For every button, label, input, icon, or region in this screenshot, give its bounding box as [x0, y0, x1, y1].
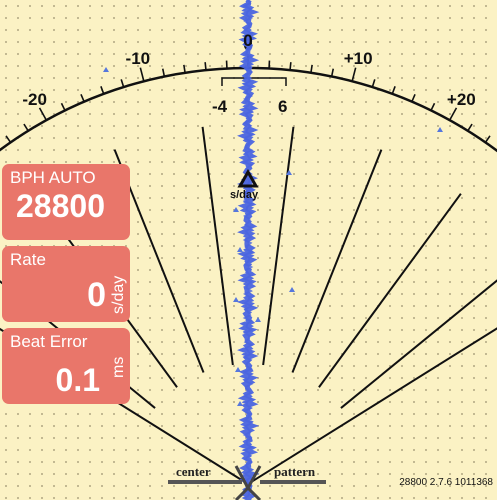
scale-tick — [289, 62, 292, 71]
fan-line-6 — [318, 193, 462, 388]
center-pattern-bar — [168, 480, 242, 484]
bph-title: BPH AUTO — [10, 168, 96, 187]
bph-panel[interactable]: BPH AUTO 28800 — [2, 164, 130, 240]
right-pattern-label: pattern — [274, 464, 316, 479]
triangle-marker-icon — [103, 67, 109, 72]
inner-label-right: 6 — [278, 97, 287, 116]
scale-tick — [467, 123, 473, 132]
rate-panel[interactable]: Rate 0 s/day — [2, 246, 130, 322]
fan-line-5 — [291, 149, 383, 373]
beat-error-value: 0.1 — [55, 362, 100, 398]
beat-error-panel[interactable]: Beat Error 0.1 ms — [2, 328, 130, 404]
triangle-marker-icon — [437, 127, 443, 132]
scale-tick — [100, 86, 105, 95]
scale-tick — [391, 86, 396, 95]
scale-tick — [411, 93, 416, 102]
fan-line-3 — [201, 126, 234, 366]
rate-title: Rate — [10, 250, 46, 269]
triangle-marker-icon — [237, 247, 243, 252]
scale-tick — [448, 107, 458, 121]
triangle-marker-icon — [255, 317, 261, 322]
scale-tick — [5, 135, 12, 143]
scale-tick — [310, 64, 313, 73]
scale-tick — [139, 67, 145, 82]
scale-label: +10 — [344, 49, 373, 68]
scale-label: -20 — [22, 90, 47, 109]
scale-tick — [484, 135, 491, 143]
inner-label-left: -4 — [212, 97, 228, 116]
rate-unit: s/day — [110, 275, 127, 314]
bph-value: 28800 — [16, 188, 105, 224]
scale-tick — [60, 102, 66, 111]
scale-tick — [120, 79, 125, 88]
triangle-marker-icon — [233, 297, 239, 302]
beat-error-title: Beat Error — [10, 332, 88, 351]
rate-value: 0 — [87, 276, 106, 314]
scale-label: -10 — [126, 49, 151, 68]
scale-label-zero-overlay: 0 — [243, 31, 252, 50]
fan-line-7 — [340, 279, 497, 409]
right-pattern-bar — [260, 480, 326, 484]
fan-line-4 — [262, 126, 295, 366]
scale-label: +20 — [447, 90, 476, 109]
scale-tick — [38, 107, 48, 121]
scale-tick — [351, 67, 357, 82]
scale-tick — [204, 62, 207, 71]
triangle-marker-icon — [289, 287, 295, 292]
rate-pointer-unit: s/day — [230, 189, 259, 201]
scale-tick — [183, 64, 186, 73]
fan-edge-right — [247, 327, 497, 485]
scale-tick — [371, 79, 376, 88]
scale-tick — [80, 93, 85, 102]
scale-tick — [330, 68, 335, 77]
beat-error-unit: ms — [110, 356, 127, 378]
center-pattern-label: center — [176, 464, 211, 479]
scale-tick — [23, 123, 29, 132]
beat-trace — [236, 0, 260, 500]
version-label: 28800 2.7.6 1011368 — [399, 477, 493, 488]
triangle-marker-icon — [233, 207, 239, 212]
scale-tick — [161, 68, 166, 77]
scale-tick — [430, 102, 436, 111]
